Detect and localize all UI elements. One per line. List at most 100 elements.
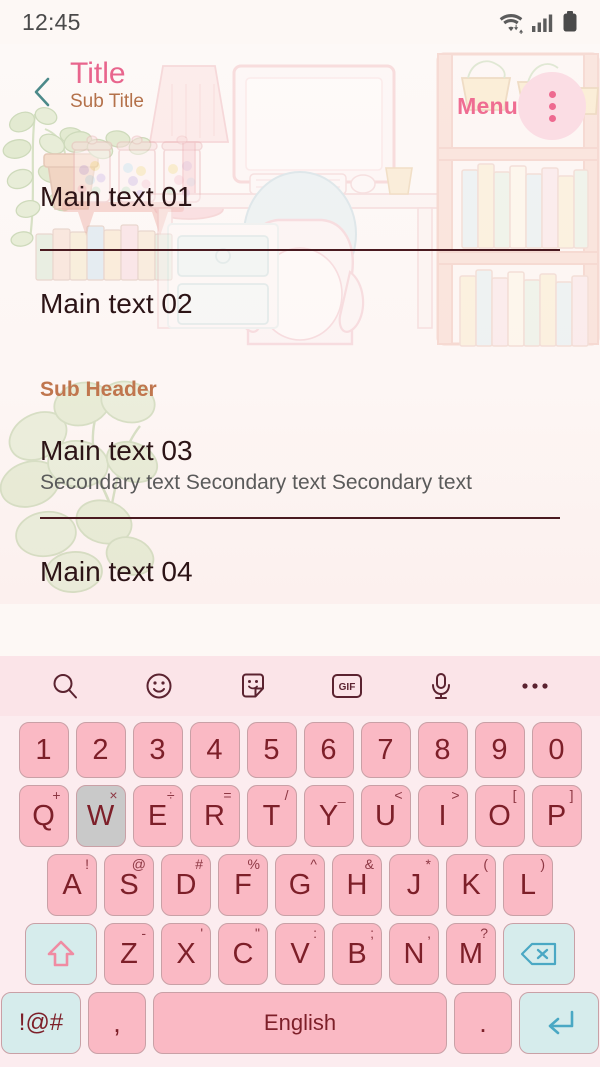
list-item[interactable]: Main text 02	[40, 251, 560, 356]
key-l[interactable]: ) L	[503, 854, 553, 916]
key-w[interactable]: × W	[75, 785, 126, 847]
key-5[interactable]: 5	[246, 722, 297, 778]
key-o[interactable]: [O	[474, 785, 525, 847]
search-icon[interactable]	[37, 663, 93, 709]
key-c[interactable]: " C	[218, 923, 268, 985]
key-label: 4	[206, 733, 223, 766]
page-title: Title	[70, 57, 126, 90]
key-q[interactable]: + Q	[18, 785, 69, 847]
key-label: H	[346, 868, 368, 901]
key-label: J	[406, 868, 422, 901]
symbols-key[interactable]: !@#	[1, 992, 81, 1054]
key-secondary-label: !	[85, 856, 89, 872]
back-button[interactable]	[22, 68, 62, 116]
key-j[interactable]: * J	[389, 854, 439, 916]
sticker-icon[interactable]	[225, 663, 281, 709]
key-label: C	[232, 937, 254, 970]
more-horizontal-icon[interactable]	[507, 663, 563, 709]
keyboard-row-numbers: 1 2 3 4 5 6 7 8 9 0	[4, 722, 596, 778]
key-h[interactable]: & H	[332, 854, 382, 916]
key-label: 3	[149, 733, 166, 766]
key-t[interactable]: / T	[246, 785, 297, 847]
key-label: Q	[32, 799, 55, 832]
search-icon-glyph	[53, 674, 77, 699]
key-s[interactable]: @ S	[104, 854, 154, 916]
more-vertical-icon-dot2	[548, 102, 556, 110]
status-bar: 12:45	[0, 0, 600, 44]
list-item-secondary: Secondary text Secondary text Secondary …	[40, 471, 472, 495]
overflow-menu-button[interactable]	[518, 72, 586, 140]
content-list: Main text 01 Main text 02 Sub Header Mai…	[0, 144, 600, 624]
key-a[interactable]: ! A	[47, 854, 97, 916]
key-b[interactable]: ; B	[332, 923, 382, 985]
key-secondary-label: :	[313, 925, 317, 941]
more-vertical-icon	[548, 90, 556, 98]
period-key[interactable]: .	[454, 992, 512, 1054]
emoji-icon[interactable]	[131, 663, 187, 709]
key-2[interactable]: 2	[75, 722, 126, 778]
list-item[interactable]: Main text 04	[40, 519, 560, 624]
sub-header: Sub Header	[40, 378, 157, 401]
wifi-icon	[499, 14, 524, 34]
key-i[interactable]: > I	[417, 785, 468, 847]
menu-button[interactable]: Menu	[457, 93, 522, 120]
key-p[interactable]: ] P	[531, 785, 582, 847]
key-v[interactable]: :V	[275, 923, 325, 985]
key-f[interactable]: % F	[218, 854, 268, 916]
key-m[interactable]: ? M	[446, 923, 496, 985]
key-secondary-label: ÷	[166, 787, 175, 803]
key-n[interactable]: ,N	[389, 923, 439, 985]
key-secondary-label: )	[540, 856, 545, 872]
shift-key[interactable]	[25, 923, 97, 985]
keyboard-toolbar: GIF	[0, 656, 600, 716]
key-r[interactable]: = R	[189, 785, 240, 847]
key-k[interactable]: (K	[446, 854, 496, 916]
key-label: 2	[92, 733, 109, 766]
key-secondary-label: &	[364, 856, 374, 872]
key-label: 8	[434, 733, 451, 766]
key-secondary-label: %	[247, 856, 260, 872]
list-item-title: Main text 04	[40, 555, 193, 587]
key-label: V	[290, 937, 310, 970]
key-label: P	[546, 799, 567, 832]
key-label: B	[347, 937, 367, 970]
more-vertical-icon-dot3	[548, 114, 556, 122]
keyboard-row-space: !@# , English .	[1, 992, 599, 1054]
key-3[interactable]: 3	[132, 722, 183, 778]
key-7[interactable]: 7	[360, 722, 411, 778]
app-bar-titles: Title Sub Title	[70, 58, 144, 112]
key-z[interactable]: -Z	[104, 923, 154, 985]
key-8[interactable]: 8	[417, 722, 468, 778]
comma-key[interactable]: ,	[88, 992, 146, 1054]
key-1[interactable]: 1	[18, 722, 69, 778]
backspace-key[interactable]	[503, 923, 575, 985]
key-6[interactable]: 6	[303, 722, 354, 778]
keyboard-row-bottom: - Z ' X " C: V; B, N? M	[4, 923, 596, 985]
key-label: F	[234, 868, 252, 901]
key-label: M	[458, 937, 484, 970]
key-label: 9	[491, 733, 508, 766]
key-secondary-label: -	[141, 925, 146, 941]
key-4[interactable]: 4	[189, 722, 240, 778]
key-e[interactable]: ÷ E	[132, 785, 183, 847]
gif-icon[interactable]: GIF	[319, 663, 375, 709]
key-9[interactable]: 9	[474, 722, 525, 778]
key-u[interactable]: < U	[360, 785, 411, 847]
key-label: R	[204, 799, 225, 832]
status-time: 12:45	[22, 8, 81, 35]
emoji-icon-glyph	[146, 673, 172, 699]
key-g[interactable]: ^ G	[275, 854, 325, 916]
key-secondary-label: =	[223, 787, 232, 803]
microphone-icon[interactable]	[413, 663, 469, 709]
enter-key[interactable]	[519, 992, 599, 1054]
space-key[interactable]: English	[153, 992, 447, 1054]
key-y[interactable]: _ Y	[303, 785, 354, 847]
list-item[interactable]: Main text 03 Secondary text Secondary te…	[40, 412, 560, 517]
key-x[interactable]: ' X	[161, 923, 211, 985]
key-label: 1	[35, 733, 52, 766]
key-d[interactable]: # D	[161, 854, 211, 916]
list-item[interactable]: Main text 01	[40, 144, 560, 249]
key-label: N	[403, 937, 425, 970]
chevron-left-icon	[34, 77, 50, 107]
key-0[interactable]: 0	[531, 722, 582, 778]
